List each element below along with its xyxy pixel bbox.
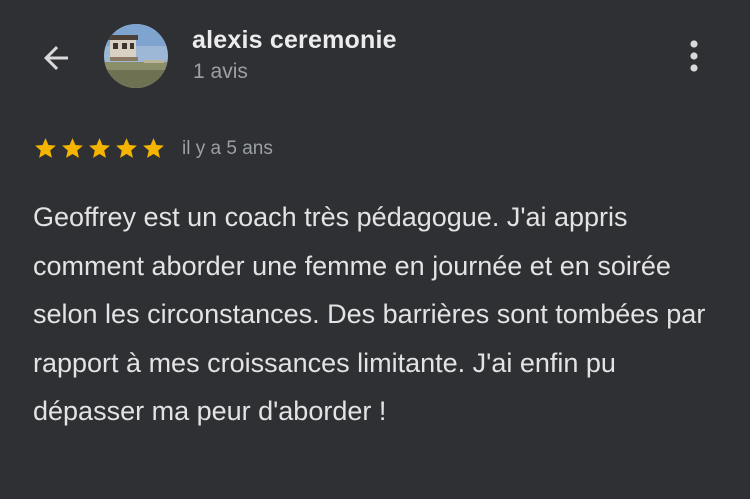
review-count: 1 avis: [193, 60, 248, 83]
review-text: Geoffrey est un coach très pédagogue. J'…: [33, 202, 706, 426]
star-rating: [33, 136, 166, 161]
back-button[interactable]: [36, 38, 76, 78]
user-name: alexis ceremonie: [192, 26, 397, 54]
avatar-photo: [104, 24, 168, 88]
more-vert-icon: [690, 40, 698, 72]
rating-row: il y a 5 ans: [33, 136, 273, 161]
star-icon: [35, 138, 56, 158]
review-age: il y a 5 ans: [182, 137, 273, 159]
star-icon: [116, 138, 137, 158]
star-icon: [62, 138, 83, 158]
avatar[interactable]: [104, 24, 168, 88]
arrow-left-icon: [44, 46, 68, 70]
more-options-button[interactable]: [674, 36, 714, 76]
star-icon: [143, 138, 164, 158]
star-icon: [89, 138, 110, 158]
